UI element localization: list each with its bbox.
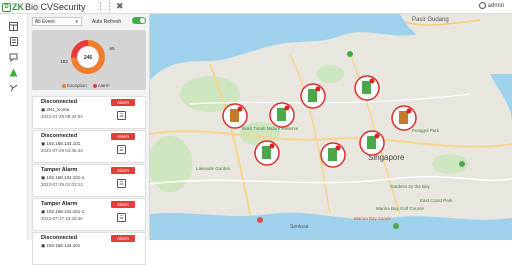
water-south [150, 212, 512, 240]
document-icon[interactable]: ☰ [117, 213, 126, 222]
alarm-value: 65 [109, 46, 115, 51]
donut-chart: 246 183 65 [60, 40, 115, 74]
alarm-time: 2022-07-29 08:34:04 [41, 114, 83, 119]
legend-exception-dot [62, 83, 66, 88]
map-label: Marina Bay Golf Course [376, 206, 425, 211]
alarm-button[interactable]: Alarm [111, 235, 135, 242]
alarm-time: 2022-07-29 01:03:12 [41, 182, 83, 187]
map-label: Lakeside Garden [196, 166, 231, 171]
alarm-title: Disconnected [41, 235, 78, 241]
alarm-card[interactable]: Tamper Alarm ▣ 192.168.134.101-1 2022-07… [32, 164, 146, 197]
exception-value: 183 [60, 59, 68, 64]
alarm-card[interactable]: Disconnected ▣ 192.168.134.101 2022-07-2… [32, 130, 146, 163]
alarm-button[interactable]: Alarm [111, 201, 135, 208]
top-bar: D ZK Bio CVSecurity ⋮⋮ ✖ admin [0, 0, 512, 14]
app-logo[interactable]: D ZK Bio CVSecurity [2, 1, 86, 13]
dashboard-nav-icon[interactable] [8, 21, 19, 32]
map-pin-icon[interactable] [347, 51, 353, 57]
chevron-down-icon: ▾ [75, 19, 78, 25]
device-nav-icon[interactable] [8, 36, 19, 47]
device-marker[interactable] [222, 103, 248, 129]
device-marker[interactable] [354, 75, 380, 101]
brand-name: Bio CVSecurity [25, 2, 86, 12]
map-label: Pasir Gudang [412, 17, 449, 23]
event-filter-select[interactable]: All Event ▾ [32, 17, 82, 26]
video-nav-icon[interactable] [8, 82, 19, 93]
alarm-device: ▣ 2N1_Korea [41, 107, 70, 112]
device-marker[interactable] [254, 140, 280, 166]
map-label: Sentosa [290, 224, 309, 230]
document-icon[interactable]: ☰ [117, 145, 126, 154]
alarm-nav-icon[interactable] [8, 67, 19, 78]
park-area [316, 65, 344, 83]
alarm-title: Tamper Alarm [41, 167, 78, 173]
alarm-device-name: 2N1_Korea [46, 107, 70, 112]
alarm-card[interactable]: Tamper Alarm ▣ 192.168.134.101-1 2022-07… [32, 198, 146, 231]
chart-legend: Exception Alarm [62, 83, 110, 88]
device-marker[interactable] [269, 102, 295, 128]
collapse-icon[interactable]: ✖ [116, 1, 124, 12]
alarm-device: ▣ 192.168.134.101 [41, 141, 81, 146]
alarm-device-name: 192.168.134.101 [46, 243, 81, 248]
document-icon[interactable]: ☰ [117, 111, 126, 120]
auto-refresh-label: Auto Refresh [92, 18, 122, 25]
legend-exception-label: Exception [67, 83, 87, 88]
user-menu[interactable]: admin [478, 2, 504, 9]
map-pin-icon[interactable] [257, 217, 263, 223]
map-canvas[interactable]: Pasir Gudang Singapore Lakeside Garden B… [150, 14, 512, 240]
alarm-title: Disconnected [41, 133, 78, 139]
filter-row: All Event ▾ Auto Refresh [32, 16, 148, 27]
user-avatar-icon [478, 2, 486, 9]
map-label: East Coast Park [420, 198, 453, 203]
device-marker[interactable] [320, 142, 346, 168]
toggle-knob [140, 18, 145, 23]
alarm-device: ▣ 192.168.134.101-1 [41, 175, 85, 180]
map-pin-icon[interactable] [459, 161, 465, 167]
menu-grid-icon[interactable]: ⋮⋮ [96, 1, 114, 12]
event-panel: All Event ▾ Auto Refresh 246 183 65 Exce… [28, 14, 150, 265]
alarm-title: Tamper Alarm [41, 201, 78, 207]
device-marker[interactable] [391, 105, 417, 131]
legend-alarm-dot [92, 83, 97, 88]
logo-mark-icon: D [2, 2, 11, 12]
water-east [490, 74, 512, 124]
side-nav [0, 14, 28, 240]
map-view[interactable]: Pasir Gudang Singapore Lakeside Garden B… [150, 14, 512, 240]
map-pin-icon[interactable] [393, 223, 399, 229]
map-label: Bukit Timah Nature Reserve [242, 126, 299, 131]
alarm-time: 2022-07-27 13:34:36 [41, 216, 83, 221]
alarm-device: ▣ 192.168.134.101 [41, 243, 81, 248]
alarm-button[interactable]: Alarm [111, 133, 135, 140]
road [150, 176, 512, 185]
alarm-device: ▣ 192.168.134.101-1 [41, 209, 85, 214]
document-icon[interactable]: ☰ [117, 179, 126, 188]
alarm-button[interactable]: Alarm [111, 99, 135, 106]
alarm-device-name: 192.168.134.101-1 [46, 175, 85, 180]
map-label: Gardens by the Bay [390, 184, 431, 189]
donut-total: 246 [84, 55, 93, 61]
event-filter-value: All Event [35, 18, 55, 25]
map-label: Marina Bay Sands [354, 216, 392, 221]
legend-alarm[interactable]: Alarm [92, 83, 110, 88]
alarm-card[interactable]: Disconnected ▣ 2N1_Korea 2022-07-29 08:3… [32, 96, 146, 129]
alarm-title: Disconnected [41, 99, 78, 105]
message-nav-icon[interactable] [8, 52, 19, 63]
alarm-card[interactable]: Disconnected ▣ 192.168.134.101 Alarm [32, 232, 146, 265]
user-name: admin [487, 2, 504, 9]
stats-card: 246 183 65 Exception Alarm [32, 30, 146, 90]
alarm-button[interactable]: Alarm [111, 167, 135, 174]
auto-refresh-toggle[interactable] [132, 17, 146, 24]
alarm-time: 2022-07-29 04:36:42 [41, 148, 83, 153]
device-marker[interactable] [300, 83, 326, 109]
alarm-device-name: 192.168.134.101-1 [46, 209, 85, 214]
alarm-device-name: 192.168.134.101 [46, 141, 81, 146]
device-marker[interactable] [359, 130, 385, 156]
brand-zk: ZK [12, 2, 24, 12]
legend-exception[interactable]: Exception [62, 83, 87, 88]
map-label: Punggol Park [412, 128, 440, 133]
legend-alarm-label: Alarm [97, 83, 110, 88]
